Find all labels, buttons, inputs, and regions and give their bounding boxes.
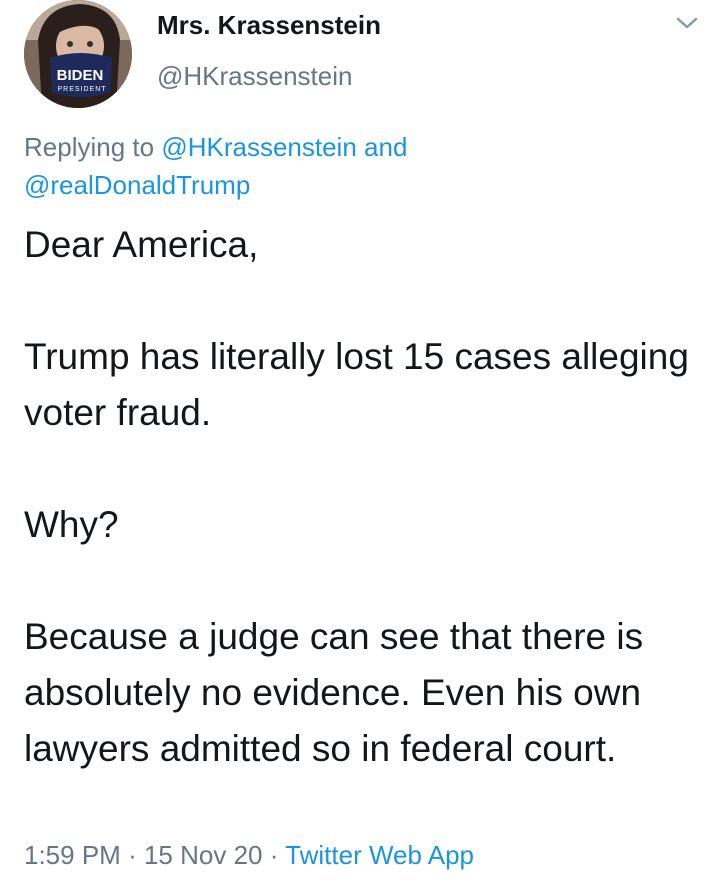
mask-text: BIDEN bbox=[57, 67, 104, 84]
meta-separator: · bbox=[128, 840, 137, 870]
meta-separator: · bbox=[269, 840, 279, 870]
tweet-date[interactable]: 15 Nov 20 bbox=[144, 840, 263, 870]
tweet-line-4: Because a judge can see that there is ab… bbox=[24, 616, 644, 769]
author-name[interactable]: Mrs. Krassenstein bbox=[157, 10, 381, 41]
mask-subtext: PRESIDENT bbox=[57, 86, 106, 93]
tweet-time[interactable]: 1:59 PM bbox=[24, 840, 121, 870]
tweet-line-2: Trump has literally lost 15 cases allegi… bbox=[24, 336, 689, 433]
reply-context: Replying to @HKrassenstein and @realDona… bbox=[24, 128, 694, 204]
avatar[interactable]: BIDEN PRESIDENT bbox=[24, 0, 132, 108]
tweet-source-link[interactable]: Twitter Web App bbox=[285, 840, 474, 870]
avatar-photo: BIDEN PRESIDENT bbox=[24, 0, 132, 108]
tweet-text: Dear America, Trump has literally lost 1… bbox=[24, 217, 704, 777]
tweet-line-3: Why? bbox=[24, 504, 119, 545]
reply-prefix: Replying to bbox=[24, 132, 155, 162]
chevron-down-icon[interactable] bbox=[674, 13, 700, 33]
tweet-line-1: Dear America, bbox=[24, 224, 259, 265]
tweet: BIDEN PRESIDENT Mrs. Krassenstein @HKras… bbox=[0, 0, 720, 895]
mention-link-1[interactable]: @HKrassenstein bbox=[161, 132, 356, 162]
mention-link-2[interactable]: @realDonaldTrump bbox=[24, 170, 250, 200]
tweet-meta: 1:59 PM · 15 Nov 20 · Twitter Web App bbox=[24, 840, 474, 871]
author-handle[interactable]: @HKrassenstein bbox=[157, 61, 352, 92]
reply-conjunction: and bbox=[364, 132, 408, 162]
